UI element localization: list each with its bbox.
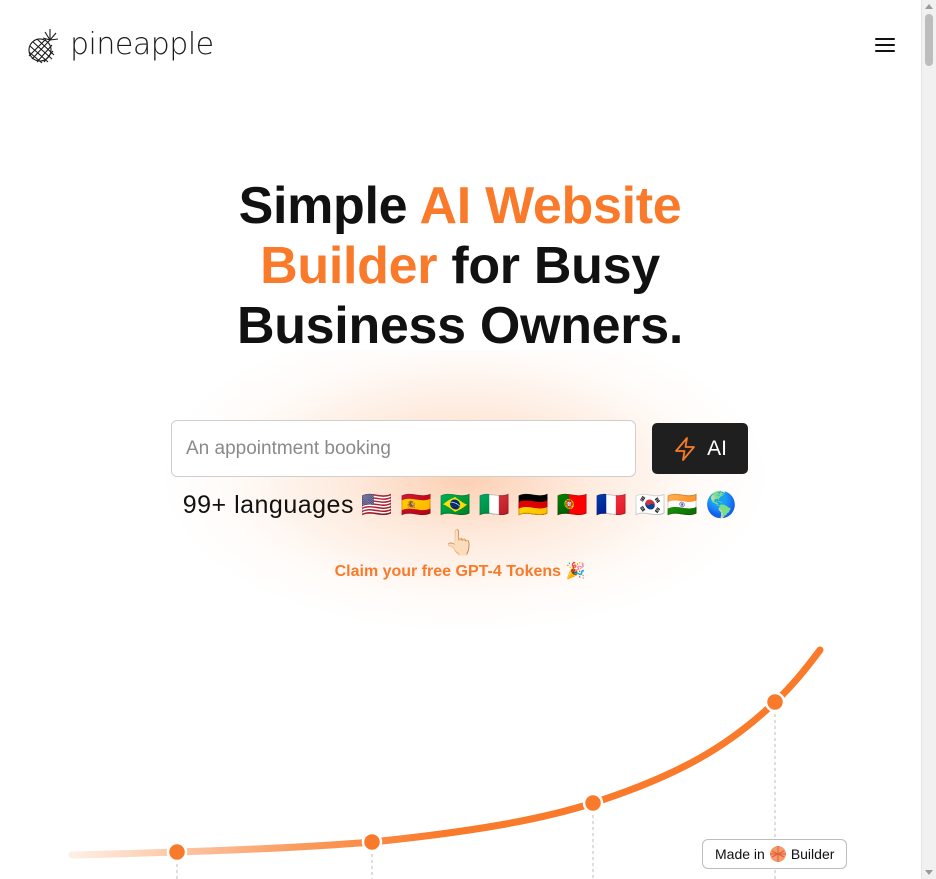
vertical-scrollbar[interactable]: [921, 0, 936, 879]
growth-point: [166, 841, 188, 863]
prompt-form: AI: [171, 420, 748, 477]
pineapple-icon: [28, 29, 59, 64]
hero-title-part1: Simple: [238, 177, 420, 235]
claim-tokens-link[interactable]: Claim your free GPT-4 Tokens 🎉: [260, 561, 660, 581]
scroll-up-arrow-icon[interactable]: [925, 4, 933, 9]
growth-point: [361, 831, 383, 853]
hero-title: Simple AI Website Builder for Busy Busin…: [150, 176, 770, 356]
badge-prefix: Made in: [715, 846, 765, 862]
menu-line: [875, 50, 895, 52]
languages-line: 99+ languages 🇺🇸 🇪🇸 🇧🇷 🇮🇹 🇩🇪 🇵🇹 🇫🇷 🇰🇷🇮🇳 …: [160, 486, 760, 562]
badge-brand: Builder: [790, 846, 835, 862]
growth-point: [764, 691, 786, 713]
languages-label: 99+ languages: [182, 491, 354, 519]
pointing-hand-icon: 👆🏻: [444, 529, 476, 557]
growth-curve-graphic: [68, 646, 824, 879]
growth-line: [68, 646, 824, 859]
menu-line: [875, 44, 895, 46]
brand-name: pineapple: [70, 27, 214, 62]
page: pineapple Simple AI Website Builder for …: [0, 0, 921, 879]
ai-button-label: AI: [707, 436, 727, 460]
ai-generate-button[interactable]: AI: [652, 423, 748, 474]
builder-logo-icon: [769, 846, 786, 862]
scroll-thumb[interactable]: [925, 14, 933, 66]
language-flags: 🇺🇸 🇪🇸 🇧🇷 🇮🇹 🇩🇪 🇵🇹 🇫🇷 🇰🇷🇮🇳 🌎: [361, 491, 738, 519]
hamburger-menu-icon[interactable]: [872, 34, 898, 56]
logo-link[interactable]: pineapple: [26, 26, 214, 64]
menu-line: [875, 38, 895, 40]
growth-point: [582, 792, 604, 814]
scroll-down-arrow-icon[interactable]: [925, 870, 933, 875]
made-in-builder-badge[interactable]: Made in Builder: [702, 839, 848, 869]
lightning-bolt-icon: [675, 436, 695, 461]
guide-lines: [176, 702, 776, 879]
website-prompt-input[interactable]: [171, 420, 636, 477]
